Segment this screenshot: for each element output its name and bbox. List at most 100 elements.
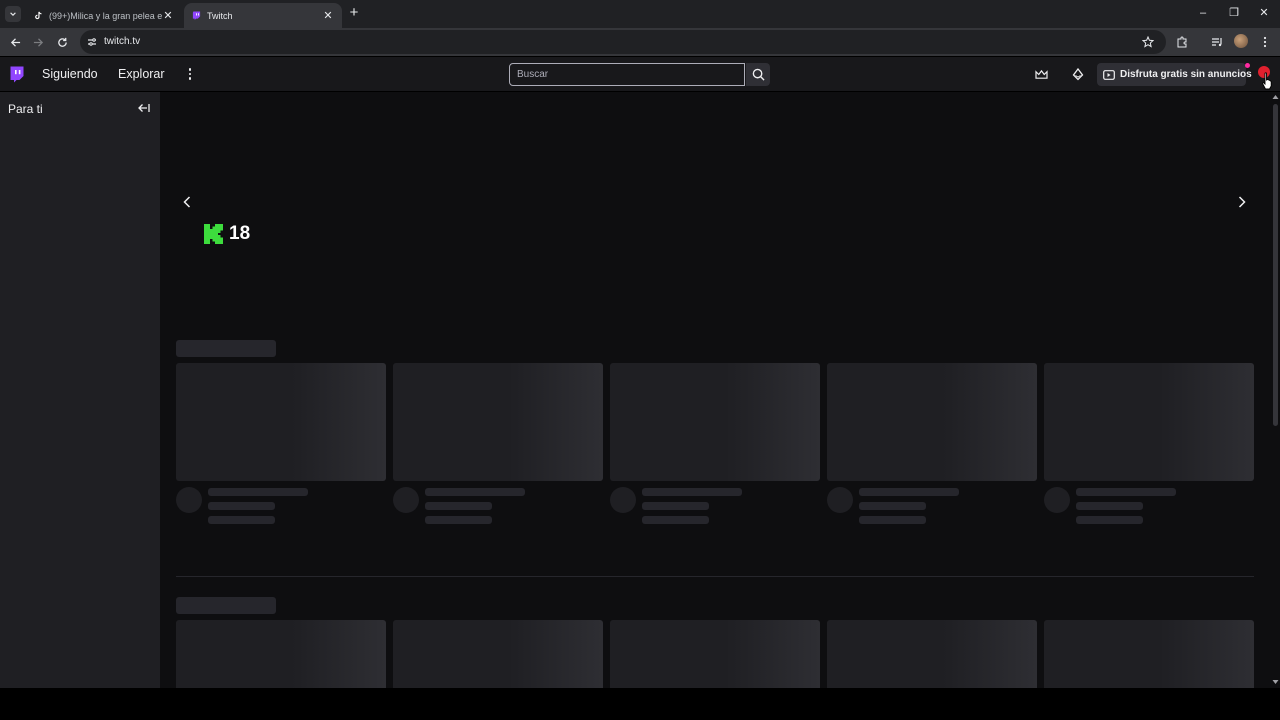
stream-card-placeholder <box>393 620 603 688</box>
puzzle-icon <box>1177 36 1187 48</box>
text-placeholder <box>425 488 525 496</box>
ad-free-button[interactable]: Disfruta gratis sin anuncios <box>1097 63 1252 86</box>
crown-icon <box>1034 69 1048 79</box>
thumbnail-placeholder <box>610 620 820 688</box>
arrow-right-icon <box>33 37 43 47</box>
text-placeholder <box>1076 488 1176 496</box>
text-placeholder <box>859 516 926 524</box>
text-placeholder <box>208 502 275 510</box>
text-placeholder <box>425 516 492 524</box>
avatar-placeholder <box>1044 487 1070 513</box>
page-scrollbar[interactable] <box>1270 92 1280 688</box>
main-content: 18 <box>160 92 1270 688</box>
more-vertical-icon <box>1263 36 1267 48</box>
skeleton-row <box>176 620 1254 688</box>
mouse-cursor-icon <box>1262 72 1272 90</box>
text-placeholder <box>425 502 492 510</box>
stream-card-placeholder <box>1044 620 1254 688</box>
close-window-button[interactable]: ✕ <box>1254 5 1274 21</box>
carousel-next-button[interactable] <box>1235 195 1249 209</box>
more-menu-button[interactable] <box>184 66 196 82</box>
skeleton-row <box>176 363 1254 530</box>
bits-button[interactable] <box>1069 65 1087 83</box>
section-heading-placeholder <box>176 340 276 357</box>
scrollbar-thumb[interactable] <box>1273 104 1278 426</box>
tiktok-icon <box>34 11 43 20</box>
avatar-placeholder <box>610 487 636 513</box>
reload-button[interactable] <box>54 34 70 50</box>
reload-icon <box>57 37 67 47</box>
prime-loot-button[interactable] <box>1032 65 1050 83</box>
text-placeholder <box>642 488 742 496</box>
collapse-arrow-icon <box>138 104 150 112</box>
thumbnail-placeholder <box>610 363 820 481</box>
forward-button[interactable] <box>30 34 46 50</box>
age-rating-badge: 18 <box>204 223 250 245</box>
avatar-placeholder <box>827 487 853 513</box>
stream-card-placeholder <box>827 363 1037 530</box>
avatar-placeholder <box>176 487 202 513</box>
profile-avatar[interactable] <box>1234 34 1248 48</box>
new-tab-button[interactable]: + <box>346 5 362 21</box>
search-icon <box>752 68 765 81</box>
stream-card-placeholder <box>393 363 603 530</box>
thumbnail-placeholder <box>827 620 1037 688</box>
site-settings-icon[interactable] <box>87 37 97 47</box>
minimize-button[interactable]: – <box>1193 5 1213 21</box>
thumbnail-placeholder <box>827 363 1037 481</box>
stream-card-placeholder <box>610 620 820 688</box>
back-button[interactable] <box>7 34 23 50</box>
kick-logo-icon <box>204 224 223 244</box>
arrow-left-icon <box>10 37 20 47</box>
close-tab-icon[interactable]: ✕ <box>322 9 334 22</box>
tab-title: (99+)Milica y la gran pelea en S <box>49 10 162 21</box>
browser-toolbar: twitch.tv <box>0 28 1280 56</box>
stream-card-placeholder <box>1044 363 1254 530</box>
avatar-placeholder <box>393 487 419 513</box>
ad-free-label: Disfruta gratis sin anuncios <box>1120 69 1252 80</box>
thumbnail-placeholder <box>393 363 603 481</box>
scroll-down-icon[interactable] <box>1272 679 1279 685</box>
browser-menu-button[interactable] <box>1257 34 1273 50</box>
tab-search-button[interactable] <box>5 6 21 22</box>
address-bar[interactable]: twitch.tv <box>80 30 1166 54</box>
text-placeholder <box>642 502 709 510</box>
browser-tab-twitch[interactable]: Twitch ✕ <box>184 3 342 28</box>
twitch-logo-icon[interactable] <box>8 66 24 84</box>
thumbnail-placeholder <box>176 620 386 688</box>
scroll-up-icon[interactable] <box>1272 94 1279 100</box>
media-control-button[interactable] <box>1209 34 1225 50</box>
bits-gem-icon <box>1072 67 1084 80</box>
restore-button[interactable]: ❐ <box>1224 5 1244 21</box>
chevron-right-icon <box>1238 196 1246 208</box>
search-button[interactable] <box>746 63 770 86</box>
twitch-icon <box>192 11 201 20</box>
url-text: twitch.tv <box>104 36 141 47</box>
search-input[interactable] <box>509 63 745 86</box>
tab-title: Twitch <box>207 10 233 21</box>
bookmark-button[interactable] <box>1140 34 1156 50</box>
nav-following-link[interactable]: Siguiendo <box>42 67 98 81</box>
text-placeholder <box>208 516 275 524</box>
text-placeholder <box>208 488 308 496</box>
notification-dot <box>1245 63 1250 68</box>
stream-card-placeholder <box>827 620 1037 688</box>
stream-card-placeholder <box>176 363 386 530</box>
thumbnail-placeholder <box>1044 363 1254 481</box>
thumbnail-placeholder <box>176 363 386 481</box>
text-placeholder <box>859 502 926 510</box>
text-placeholder <box>1076 502 1143 510</box>
close-tab-icon[interactable]: ✕ <box>162 9 174 22</box>
carousel-prev-button[interactable] <box>180 195 194 209</box>
playlist-icon <box>1212 38 1222 47</box>
text-placeholder <box>1076 516 1143 524</box>
extensions-button[interactable] <box>1174 34 1190 50</box>
thumbnail-placeholder <box>393 620 603 688</box>
section-heading-placeholder <box>176 597 276 614</box>
browser-tab-tiktok[interactable]: (99+)Milica y la gran pelea en S ✕ <box>26 3 182 28</box>
nav-browse-link[interactable]: Explorar <box>118 67 165 81</box>
stream-card-placeholder <box>610 363 820 530</box>
sidebar: Para ti <box>0 92 160 688</box>
sidebar-title: Para ti <box>8 102 43 116</box>
collapse-sidebar-button[interactable] <box>136 100 152 116</box>
